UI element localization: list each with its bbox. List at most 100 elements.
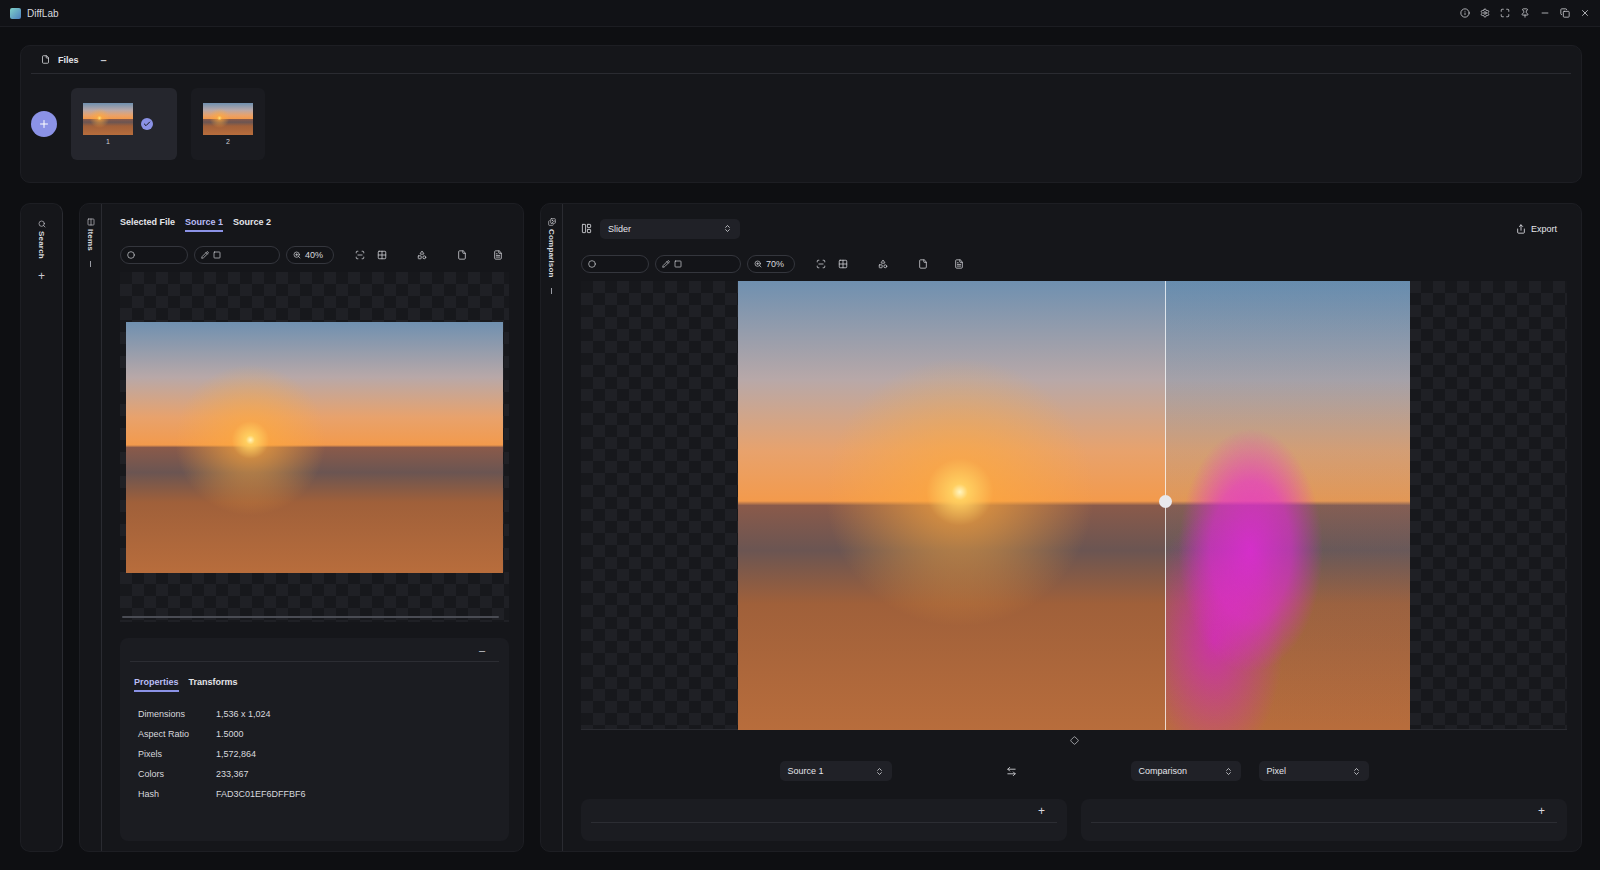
source-tab[interactable]: Selected File [120, 214, 175, 232]
search-icon [38, 220, 46, 228]
add-button[interactable]: + [1038, 804, 1045, 818]
shapes-icon[interactable] [417, 250, 427, 260]
items-tab[interactable]: Items [86, 218, 95, 251]
details-button[interactable] [951, 259, 967, 269]
swap-button[interactable] [1002, 766, 1021, 777]
comparison-slider[interactable] [738, 281, 1410, 730]
properties-tabs: Properties Transforms [130, 672, 499, 694]
title-bar: DiffLab [0, 0, 1600, 27]
zoom-field[interactable]: 70% [747, 255, 795, 273]
text-document-icon[interactable] [954, 259, 964, 269]
file-button[interactable] [915, 259, 931, 269]
mode-select[interactable]: Slider [600, 219, 740, 239]
comparison-canvas [581, 281, 1567, 730]
columns-icon [87, 218, 95, 226]
text-document-icon[interactable] [493, 250, 503, 260]
add-button[interactable]: + [1538, 804, 1545, 818]
grid-icon[interactable] [838, 259, 848, 269]
scrollbar[interactable] [122, 616, 499, 618]
grid-button[interactable] [835, 259, 851, 269]
chevrons-icon [875, 767, 884, 776]
shape-field[interactable] [120, 246, 188, 264]
close-icon[interactable] [1580, 8, 1590, 18]
property-label: Pixels [138, 748, 216, 760]
window-title: DiffLab [27, 8, 59, 19]
image-preview[interactable] [120, 272, 509, 622]
source-tab[interactable]: Source 2 [233, 214, 271, 232]
shapes-button[interactable] [414, 250, 430, 260]
shape-field[interactable] [581, 255, 649, 273]
fit-icon[interactable] [816, 259, 826, 269]
add-search-button[interactable]: + [38, 269, 45, 283]
comparison-toolbar: 70% [581, 251, 1567, 277]
chevrons-icon [1224, 767, 1233, 776]
preview-toolbar: 40% [120, 242, 509, 268]
properties-tab[interactable]: Properties [134, 674, 179, 692]
collapse-button[interactable]: – [101, 54, 107, 66]
comparison-panel: Comparison Slider Export 70% Source 1 Compari… [540, 203, 1582, 852]
fit-icon[interactable] [355, 250, 365, 260]
search-tab[interactable]: Search [37, 220, 46, 259]
plus-icon[interactable] [38, 118, 50, 130]
draw-field[interactable] [655, 255, 741, 273]
property-value: FAD3C01EF6DFFBF6 [216, 788, 499, 800]
thumbnail-label: 1 [106, 138, 110, 145]
restore-icon[interactable] [1560, 8, 1570, 18]
shapes-button[interactable] [875, 259, 891, 269]
strip-mark [90, 261, 91, 267]
fit-button[interactable] [352, 250, 368, 260]
source-tabs: Selected File Source 1 Source 2 [120, 212, 509, 234]
file-thumbnail[interactable]: 2 [191, 88, 265, 160]
info-icon[interactable] [1460, 8, 1470, 18]
grid-icon[interactable] [377, 250, 387, 260]
source-tab[interactable]: Source 1 [185, 214, 223, 232]
files-panel: Files – 1 2 [20, 45, 1582, 183]
details-button[interactable] [490, 250, 506, 260]
fit-button[interactable] [813, 259, 829, 269]
pin-icon[interactable] [1520, 8, 1530, 18]
right-source-select[interactable]: Comparison [1131, 761, 1241, 781]
diff-overlay [1165, 281, 1410, 730]
property-value: 233,367 [216, 768, 499, 780]
slider-handle[interactable] [1159, 495, 1172, 508]
square-icon [213, 251, 221, 259]
app-logo-icon [10, 8, 21, 19]
minimize-icon[interactable] [1540, 8, 1550, 18]
draw-field[interactable] [194, 246, 280, 264]
file-thumbnail[interactable]: 1 [71, 88, 177, 160]
method-select[interactable]: Pixel [1259, 761, 1369, 781]
document-icon[interactable] [918, 259, 928, 269]
preview-image [126, 322, 503, 573]
files-title: Files [58, 55, 79, 65]
add-file-button[interactable] [31, 111, 57, 137]
slider-divider[interactable] [1165, 281, 1166, 730]
pencil-icon [662, 260, 670, 268]
file-button[interactable] [454, 250, 470, 260]
diamond-icon[interactable] [1070, 736, 1079, 745]
property-label: Dimensions [138, 708, 216, 720]
property-label: Hash [138, 788, 216, 800]
strip-mark [551, 288, 552, 294]
app-window: DiffLab Files – 1 2 Search + Items Selected File… [0, 0, 1600, 870]
comparison-tab[interactable]: Comparison [547, 218, 556, 278]
properties-card: – Properties Transforms Dimensions1,536 x 1… [120, 638, 509, 841]
shapes-icon[interactable] [878, 259, 888, 269]
export-icon[interactable] [1516, 224, 1526, 234]
search-sidebar: Search + [20, 203, 63, 852]
properties-tab[interactable]: Transforms [189, 674, 238, 692]
fullscreen-icon[interactable] [1500, 8, 1510, 18]
properties-list: Dimensions1,536 x 1,024Aspect Ratio1.500… [130, 708, 499, 800]
grid-button[interactable] [374, 250, 390, 260]
export-button[interactable]: Export [1506, 224, 1567, 234]
collapse-button[interactable]: – [479, 644, 485, 656]
gear-icon[interactable] [1480, 8, 1490, 18]
left-source-select[interactable]: Source 1 [780, 761, 892, 781]
file-icon [41, 55, 50, 64]
files-header: Files – [31, 46, 1571, 74]
zoom-field[interactable]: 40% [286, 246, 334, 264]
layout-icon [581, 223, 592, 234]
chevrons-icon [723, 224, 732, 233]
images-icon [548, 218, 556, 226]
document-icon[interactable] [457, 250, 467, 260]
swap-icon[interactable] [1006, 766, 1017, 777]
